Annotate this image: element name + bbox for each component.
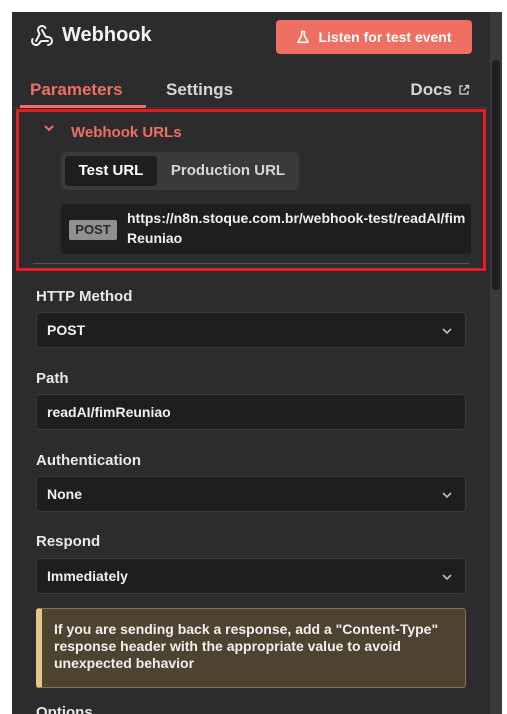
chevron-down-icon [442, 328, 452, 335]
webhook-url-display[interactable]: POST https://n8n.stoque.com.br/webhook-t… [61, 204, 471, 254]
listen-for-test-event-button[interactable]: Listen for test event [276, 20, 472, 54]
path-label: Path [36, 370, 69, 387]
production-url-option[interactable]: Production URL [161, 156, 295, 186]
authentication-label: Authentication [36, 452, 141, 469]
node-parameters-panel: Webhook Listen for test event Parameters… [12, 12, 490, 714]
tab-settings[interactable]: Settings [166, 80, 233, 100]
options-label: Options [36, 704, 93, 714]
webhook-icon [31, 25, 53, 46]
webhook-url[interactable]: https://n8n.stoque.com.br/webhook-test/r… [127, 208, 467, 248]
authentication-select[interactable]: None [36, 476, 466, 512]
external-link-icon [459, 84, 470, 95]
test-url-option[interactable]: Test URL [65, 156, 157, 186]
node-title: Webhook [62, 24, 152, 46]
http-method-value: POST [47, 322, 86, 338]
webhook-urls-title[interactable]: Webhook URLs [71, 124, 182, 141]
docs-label: Docs [410, 80, 452, 99]
http-method-select[interactable]: POST [36, 312, 466, 348]
response-header-notice: If you are sending back a response, add … [36, 608, 466, 688]
tab-bar: Parameters Settings Docs [12, 64, 490, 108]
http-method-label: HTTP Method [36, 288, 133, 305]
path-value: readAI/fimReuniao [47, 404, 171, 420]
chevron-down-icon [442, 574, 452, 581]
webhook-urls-highlight: Webhook URLs Test URL Production URL POS… [16, 109, 486, 271]
method-badge: POST [69, 220, 117, 240]
webhook-urls-section: Webhook URLs Test URL Production URL POS… [33, 120, 471, 264]
authentication-value: None [47, 486, 82, 502]
respond-select[interactable]: Immediately [36, 558, 466, 594]
active-tab-indicator [20, 105, 146, 108]
respond-label: Respond [36, 533, 101, 550]
scrollbar-thumb[interactable] [492, 60, 500, 290]
url-type-toggle: Test URL Production URL [61, 152, 299, 190]
chevron-down-icon[interactable] [43, 122, 55, 134]
panel-header: Webhook Listen for test event [12, 12, 490, 64]
listen-button-label: Listen for test event [318, 29, 452, 45]
path-input[interactable]: readAI/fimReuniao [36, 394, 466, 430]
flask-icon [297, 30, 310, 44]
docs-link[interactable]: Docs [410, 80, 470, 100]
respond-value: Immediately [47, 568, 128, 584]
chevron-down-icon [442, 492, 452, 499]
tab-parameters[interactable]: Parameters [30, 80, 123, 100]
